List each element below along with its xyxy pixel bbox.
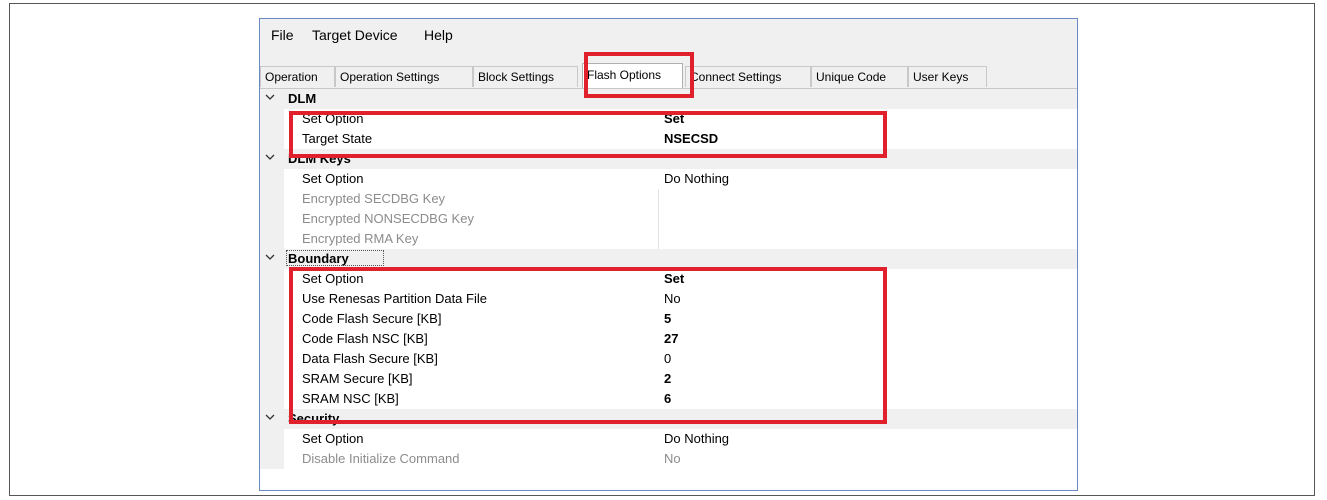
property-name: Code Flash Secure [KB]: [302, 311, 442, 326]
property-value[interactable]: Do Nothing: [664, 431, 729, 446]
chevron-down-icon[interactable]: [265, 252, 275, 262]
tab-connect-settings[interactable]: Connect Settings: [685, 66, 811, 87]
property-row[interactable]: Target State NSECSD: [260, 129, 1077, 149]
property-name: Disable Initialize Command: [302, 451, 460, 466]
property-row: Encrypted NONSECDBG Key: [260, 209, 1077, 229]
property-name: Use Renesas Partition Data File: [302, 291, 487, 306]
property-row: Encrypted SECDBG Key: [260, 189, 1077, 209]
category-label: DLM: [288, 91, 317, 106]
property-name: Code Flash NSC [KB]: [302, 331, 428, 346]
property-value[interactable]: 6: [664, 391, 671, 406]
property-row: Disable Initialize Command No: [260, 449, 1077, 469]
tab-operation-settings[interactable]: Operation Settings: [335, 66, 473, 87]
menu-target-device[interactable]: Target Device: [312, 27, 398, 43]
property-name: Encrypted RMA Key: [302, 231, 419, 246]
property-name: Target State: [302, 131, 373, 146]
property-value[interactable]: Do Nothing: [664, 171, 729, 186]
property-grid: DLM Set Option Set Target State NSECSD D…: [260, 88, 1077, 490]
category-security[interactable]: Security: [260, 409, 1077, 429]
property-value[interactable]: 2: [664, 371, 671, 386]
property-value[interactable]: Set: [664, 271, 684, 286]
property-row[interactable]: Set Option Set: [260, 109, 1077, 129]
tab-block-settings[interactable]: Block Settings: [473, 66, 578, 87]
property-value[interactable]: Set: [664, 111, 684, 126]
property-name: SRAM Secure [KB]: [302, 371, 413, 386]
property-name: Set Option: [302, 111, 364, 126]
tab-operation[interactable]: Operation: [260, 66, 335, 87]
property-value[interactable]: 0: [664, 351, 671, 366]
category-label: DLM Keys: [288, 151, 351, 166]
property-name: SRAM NSC [KB]: [302, 391, 399, 406]
tab-unique-code[interactable]: Unique Code: [811, 66, 908, 87]
property-row[interactable]: Set Option Set: [260, 269, 1077, 289]
property-row: Encrypted RMA Key: [260, 229, 1077, 249]
chevron-down-icon[interactable]: [265, 412, 275, 422]
category-dlm-keys[interactable]: DLM Keys: [260, 149, 1077, 169]
flash-programmer-window: File Target Device Help Operation Operat…: [259, 18, 1078, 491]
category-boundary[interactable]: Boundary: [260, 249, 1077, 269]
category-label: Security: [288, 411, 340, 426]
tab-strip: Operation Operation Settings Block Setti…: [260, 63, 1077, 88]
property-row[interactable]: SRAM NSC [KB] 6: [260, 389, 1077, 409]
property-row[interactable]: Code Flash NSC [KB] 27: [260, 329, 1077, 349]
tab-flash-options[interactable]: Flash Options: [582, 63, 683, 88]
property-name: Set Option: [302, 271, 364, 286]
property-value[interactable]: 5: [664, 311, 671, 326]
property-row[interactable]: Set Option Do Nothing: [260, 169, 1077, 189]
property-name: Set Option: [302, 171, 364, 186]
property-value: No: [664, 451, 681, 466]
chevron-down-icon[interactable]: [265, 92, 275, 102]
property-row[interactable]: Use Renesas Partition Data File No: [260, 289, 1077, 309]
property-row[interactable]: Code Flash Secure [KB] 5: [260, 309, 1077, 329]
property-row[interactable]: Data Flash Secure [KB] 0: [260, 349, 1077, 369]
tab-user-keys[interactable]: User Keys: [908, 66, 987, 87]
chevron-down-icon[interactable]: [265, 152, 275, 162]
property-value[interactable]: No: [664, 291, 681, 306]
menu-bar: File Target Device Help: [260, 19, 1077, 53]
property-name: Encrypted SECDBG Key: [302, 191, 446, 206]
property-row[interactable]: SRAM Secure [KB] 2: [260, 369, 1077, 389]
category-label: Boundary: [288, 251, 349, 266]
property-name: Encrypted NONSECDBG Key: [302, 211, 474, 226]
property-name: Data Flash Secure [KB]: [302, 351, 438, 366]
menu-help[interactable]: Help: [424, 27, 453, 43]
property-name: Set Option: [302, 431, 364, 446]
property-value[interactable]: 27: [664, 331, 678, 346]
property-row[interactable]: Set Option Do Nothing: [260, 429, 1077, 449]
menu-file[interactable]: File: [271, 27, 294, 43]
property-value[interactable]: NSECSD: [664, 131, 718, 146]
category-dlm[interactable]: DLM: [260, 89, 1077, 109]
